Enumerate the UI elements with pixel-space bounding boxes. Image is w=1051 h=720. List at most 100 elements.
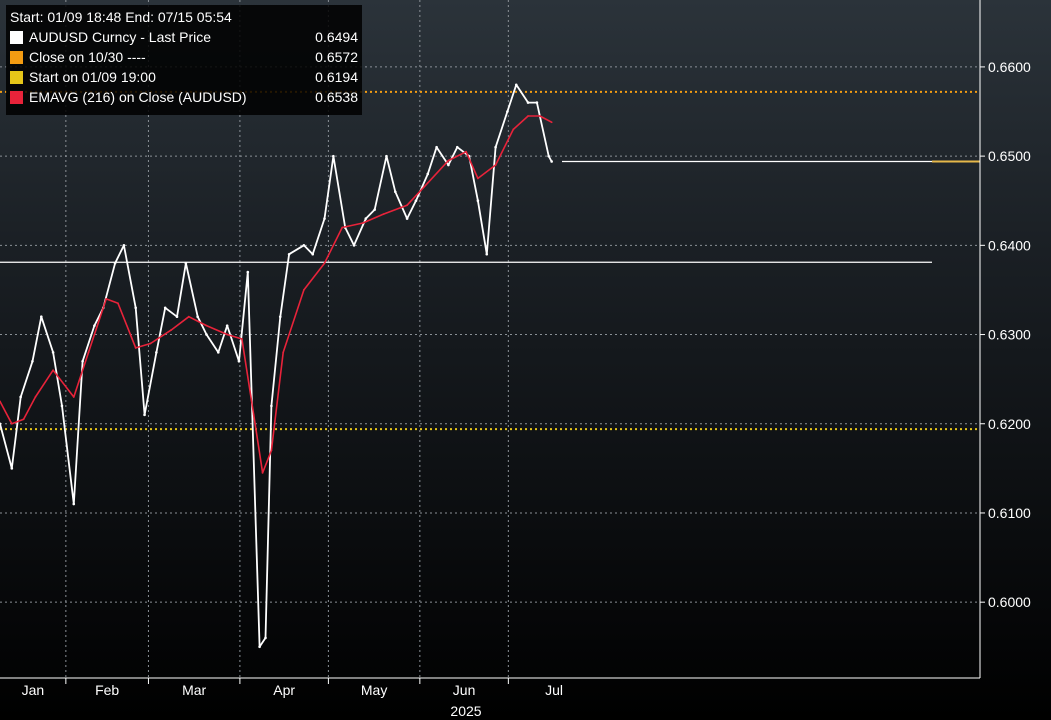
ema-point bbox=[447, 159, 450, 162]
ema-point bbox=[494, 164, 497, 166]
price-point bbox=[278, 315, 282, 318]
ema-series-line bbox=[0, 115, 552, 474]
ema-point bbox=[282, 351, 285, 354]
price-point bbox=[394, 190, 397, 194]
price-point bbox=[81, 360, 84, 363]
x-tick-label: Feb bbox=[95, 682, 119, 698]
legend-value: 0.6538 bbox=[315, 89, 358, 105]
price-point bbox=[550, 160, 553, 163]
legend-label: AUDUSD Curncy - Last Price bbox=[29, 29, 212, 45]
ema-point bbox=[341, 226, 344, 229]
x-tick-label: Apr bbox=[273, 682, 295, 698]
price-point bbox=[264, 636, 267, 640]
price-point bbox=[163, 306, 167, 310]
y-tick-label: 0.6100 bbox=[988, 505, 1031, 521]
ema-point bbox=[382, 213, 385, 216]
legend-value: 0.6194 bbox=[315, 69, 358, 85]
price-point bbox=[196, 315, 199, 318]
price-point bbox=[426, 172, 430, 176]
y-tick-label: 0.6400 bbox=[988, 237, 1031, 253]
y-tick-label: 0.6300 bbox=[988, 327, 1031, 343]
date-range-text: Start: 01/09 18:48 End: 07/15 05:54 bbox=[10, 9, 232, 25]
price-point bbox=[93, 324, 96, 327]
ema-point bbox=[226, 333, 229, 336]
ema-point bbox=[117, 302, 119, 305]
ema-point bbox=[361, 222, 364, 224]
y-tick-label: 0.6200 bbox=[988, 416, 1031, 432]
ema-point bbox=[302, 289, 305, 291]
price-point bbox=[535, 101, 539, 104]
price-point bbox=[323, 217, 326, 220]
price-point bbox=[352, 244, 356, 247]
price-point bbox=[447, 163, 450, 167]
price-point bbox=[270, 404, 273, 408]
series-group bbox=[0, 83, 553, 649]
price-point bbox=[10, 467, 14, 470]
price-point bbox=[155, 351, 158, 354]
chart-legend: Start: 01/09 18:48 End: 07/15 05:54 AUDU… bbox=[6, 5, 362, 115]
price-point bbox=[485, 252, 489, 256]
price-point bbox=[302, 244, 306, 247]
price-series-line bbox=[0, 83, 553, 648]
ema-point bbox=[87, 351, 90, 354]
ema-point bbox=[241, 338, 243, 340]
price-point bbox=[205, 333, 208, 336]
legend-entry: EMAVG (216) on Close (AUDUSD) 0.6538 bbox=[10, 87, 358, 107]
legend-entry: Start on 01/09 19:00 0.6194 bbox=[10, 67, 358, 87]
price-point bbox=[311, 252, 315, 256]
price-point bbox=[364, 217, 368, 220]
price-point bbox=[217, 351, 220, 354]
price-point bbox=[385, 154, 388, 158]
ema-point bbox=[187, 315, 190, 318]
ema-point bbox=[149, 342, 152, 345]
legend-header: Start: 01/09 18:48 End: 07/15 05:54 bbox=[10, 7, 358, 27]
price-point bbox=[134, 306, 137, 310]
price-point bbox=[72, 502, 76, 506]
price-point bbox=[143, 413, 146, 417]
ema-point bbox=[323, 262, 326, 265]
price-point bbox=[506, 110, 509, 113]
price-point bbox=[175, 315, 179, 318]
price-point bbox=[547, 154, 550, 158]
ema-point bbox=[527, 115, 529, 117]
price-point bbox=[225, 324, 229, 327]
legend-label: Close on 10/30 ---- bbox=[29, 49, 146, 65]
price-point bbox=[184, 261, 188, 265]
legend-swatch bbox=[10, 90, 23, 104]
ema-point bbox=[10, 422, 13, 425]
price-point bbox=[113, 261, 117, 265]
x-tick-label: Jan bbox=[22, 682, 45, 698]
price-point bbox=[60, 404, 64, 408]
legend-swatch bbox=[10, 50, 23, 64]
price-point bbox=[405, 217, 409, 220]
ema-point bbox=[52, 369, 54, 372]
legend-label: EMAVG (216) on Close (AUDUSD) bbox=[29, 89, 247, 105]
reference-lines bbox=[0, 90, 980, 431]
ema-point bbox=[477, 177, 479, 180]
price-point bbox=[526, 101, 530, 104]
y-tick-label: 0.6500 bbox=[988, 148, 1031, 164]
price-point bbox=[514, 83, 518, 87]
y-tick-label: 0.6000 bbox=[988, 594, 1031, 610]
legend-value: 0.6494 bbox=[315, 29, 358, 45]
price-point bbox=[476, 199, 480, 203]
price-point bbox=[40, 315, 43, 318]
price-point bbox=[373, 208, 376, 211]
price-point bbox=[31, 360, 34, 363]
price-point bbox=[435, 145, 438, 149]
ema-point bbox=[550, 121, 553, 124]
x-tick-label: Jun bbox=[453, 682, 476, 698]
ema-point bbox=[261, 471, 264, 474]
x-tick-label: Jul bbox=[545, 682, 563, 698]
price-point bbox=[332, 154, 335, 158]
ema-point bbox=[406, 204, 408, 207]
ema-point bbox=[465, 150, 467, 153]
price-point bbox=[258, 645, 261, 649]
price-point bbox=[414, 199, 418, 203]
x-tick-label: Mar bbox=[182, 682, 206, 698]
legend-entry: AUDUSD Curncy - Last Price 0.6494 bbox=[10, 27, 358, 47]
legend-swatch bbox=[10, 70, 23, 84]
price-point bbox=[494, 145, 497, 149]
ema-point bbox=[170, 329, 173, 331]
price-point bbox=[19, 395, 22, 399]
